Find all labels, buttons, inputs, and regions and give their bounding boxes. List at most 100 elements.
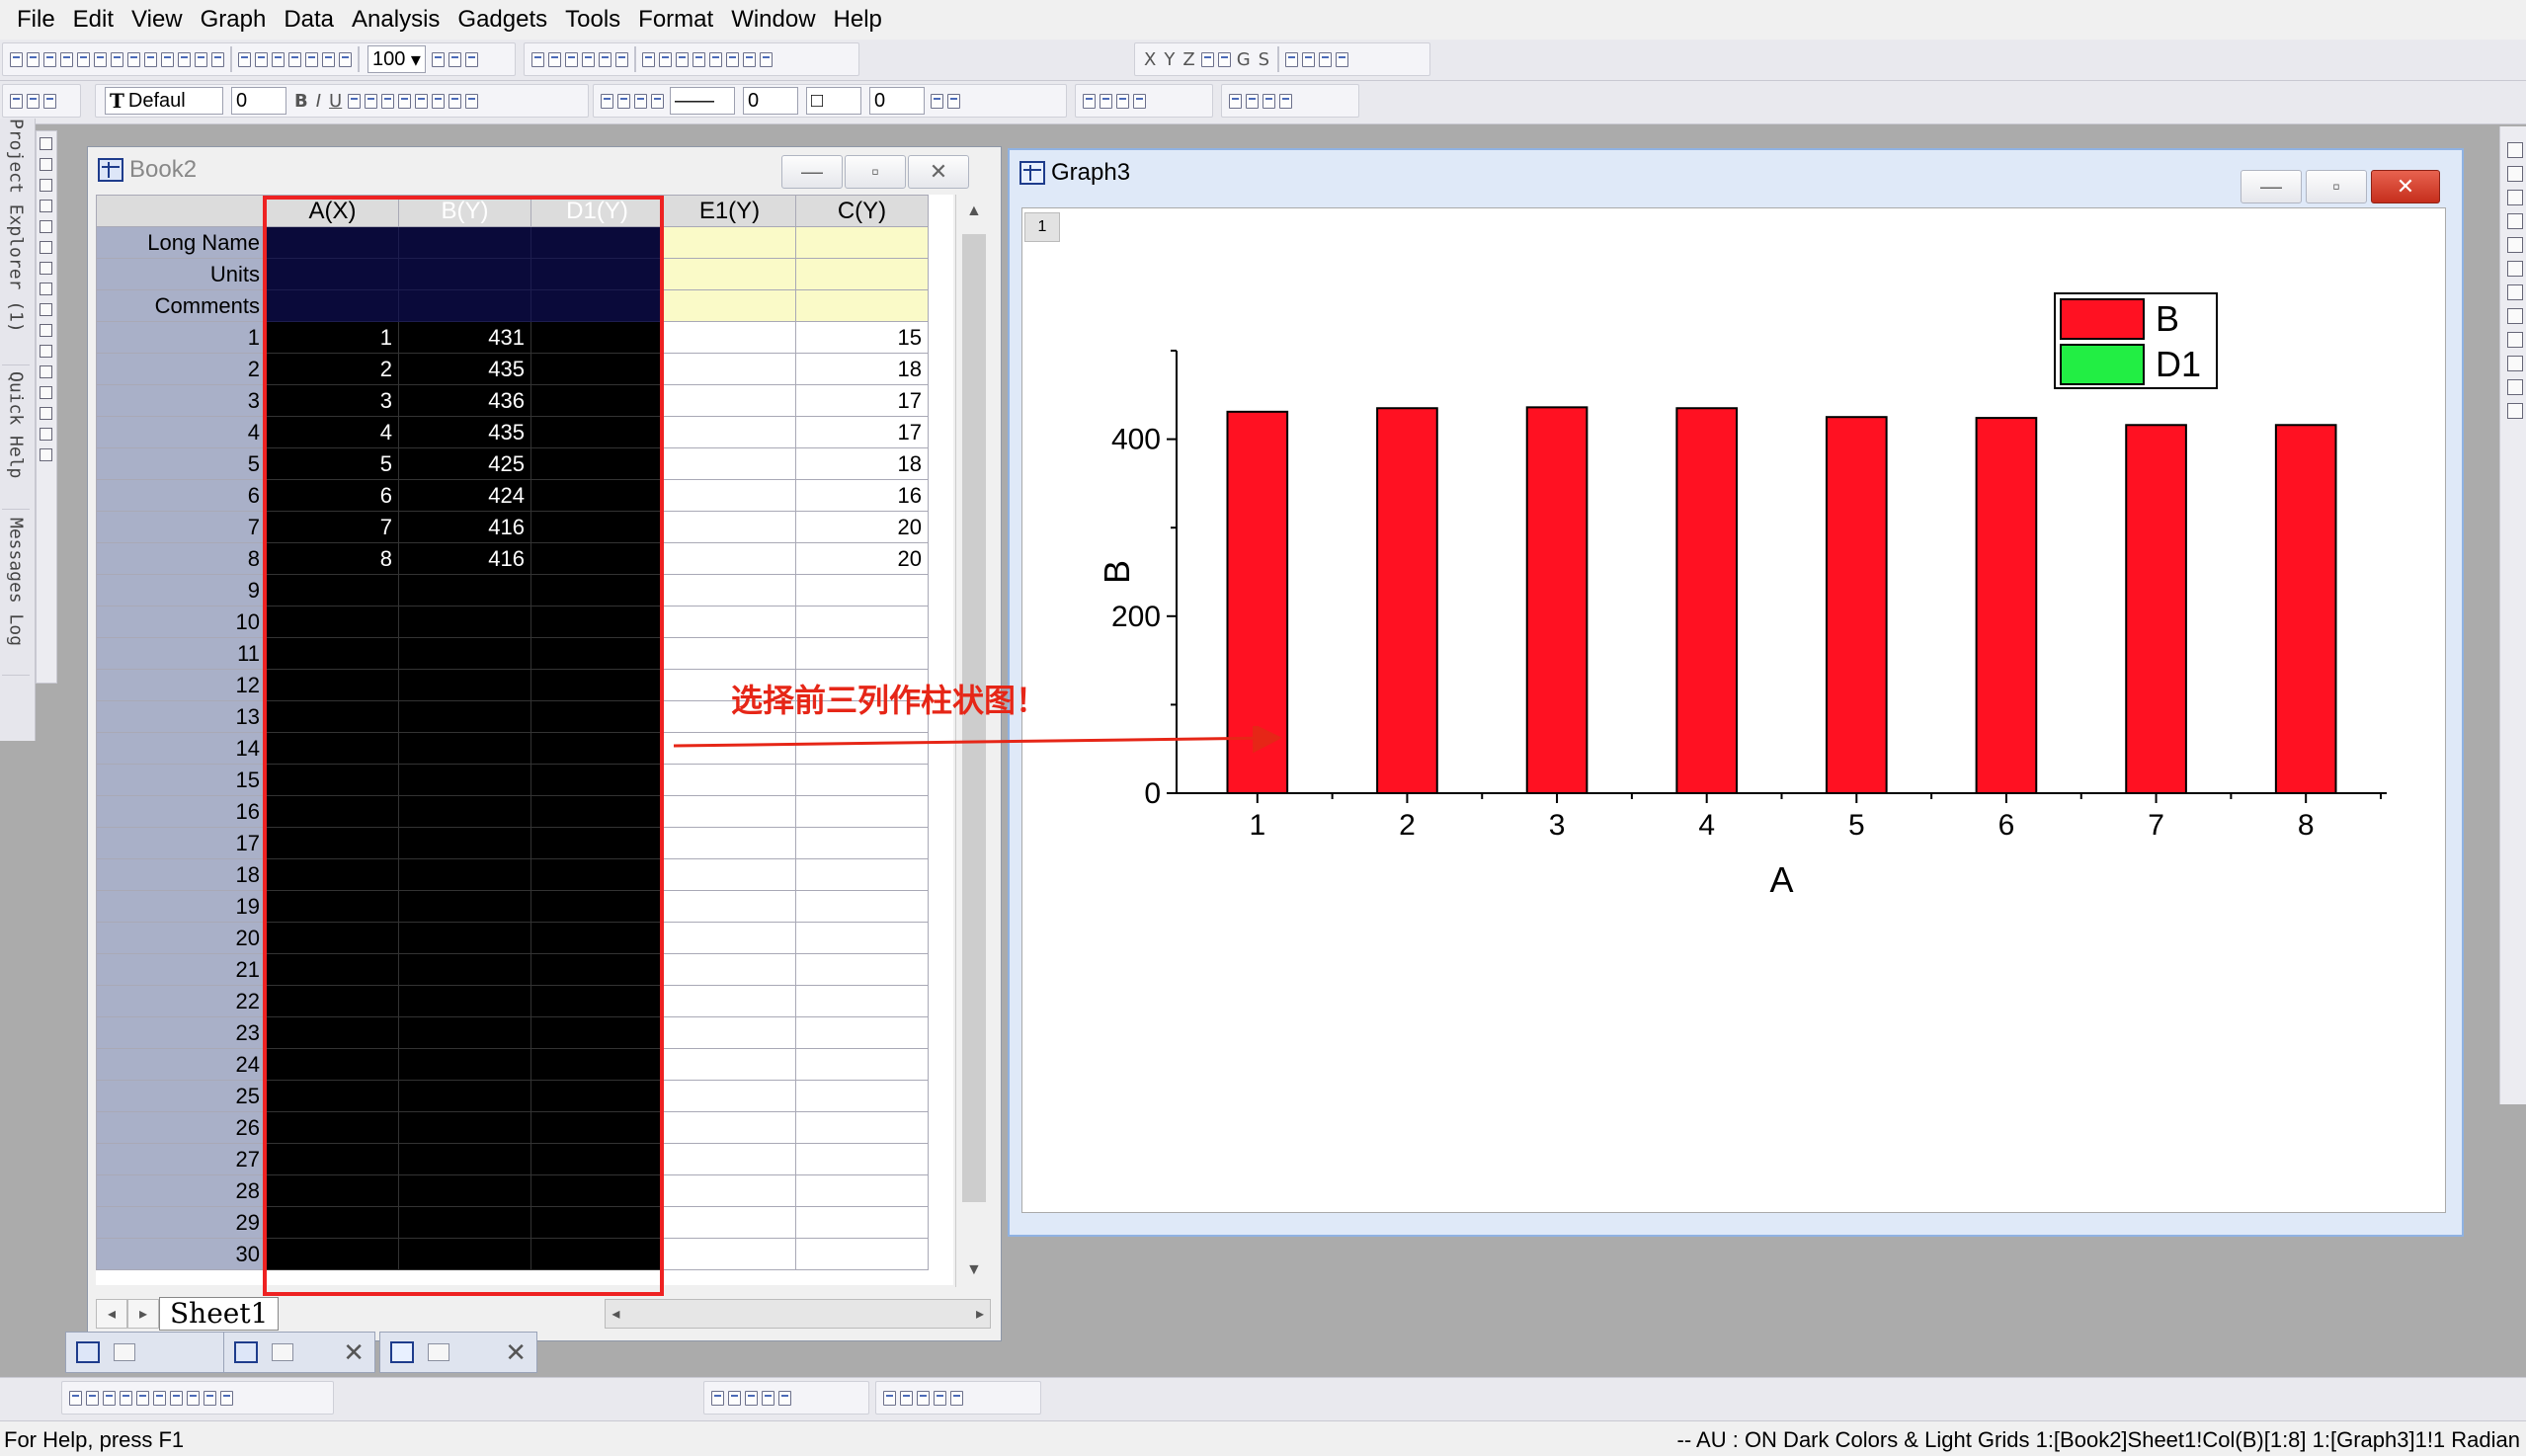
cell-a[interactable] bbox=[266, 732, 399, 765]
scroll-left-icon[interactable]: ◂ bbox=[611, 1304, 619, 1324]
cell-b[interactable]: 436 bbox=[398, 384, 531, 417]
cell-c[interactable]: 20 bbox=[795, 511, 929, 543]
cell-d1[interactable] bbox=[530, 321, 664, 354]
next-icon[interactable] bbox=[1319, 51, 1333, 67]
bars-3d-icon[interactable] bbox=[745, 1390, 758, 1406]
cell-b[interactable]: 416 bbox=[398, 511, 531, 543]
row-number[interactable]: 9 bbox=[96, 574, 267, 607]
cell-e1[interactable] bbox=[663, 447, 796, 480]
row-number[interactable]: 20 bbox=[96, 922, 267, 954]
minimized-restore-icon[interactable] bbox=[114, 1343, 135, 1361]
cell-b[interactable] bbox=[398, 890, 531, 923]
column-header-d1[interactable]: D1(Y) bbox=[530, 195, 664, 227]
cell-c[interactable]: 18 bbox=[795, 447, 929, 480]
prev-icon[interactable] bbox=[1302, 51, 1316, 67]
cell-d1[interactable] bbox=[530, 447, 664, 480]
cell-d1[interactable] bbox=[530, 1016, 664, 1049]
cell-e1[interactable] bbox=[663, 795, 796, 828]
cell-a[interactable] bbox=[266, 1016, 399, 1049]
import-ascii-icon[interactable] bbox=[255, 51, 268, 67]
grid-icon[interactable] bbox=[931, 93, 943, 109]
column-header-b[interactable]: B(Y) bbox=[398, 195, 531, 227]
font-color-icon[interactable] bbox=[465, 93, 479, 109]
set-error-icon[interactable] bbox=[1200, 51, 1214, 67]
font-select[interactable]: T Defaul bbox=[105, 87, 223, 115]
meta-cell[interactable] bbox=[795, 258, 929, 290]
cell-c[interactable] bbox=[795, 795, 929, 828]
row-number[interactable]: 21 bbox=[96, 953, 267, 986]
cell-e1[interactable] bbox=[663, 353, 796, 385]
meta-cell[interactable] bbox=[663, 226, 796, 259]
cell-a[interactable] bbox=[266, 795, 399, 828]
cell-e1[interactable] bbox=[663, 922, 796, 954]
cell-a[interactable] bbox=[266, 1143, 399, 1175]
cell-b[interactable] bbox=[398, 1111, 531, 1144]
cell-a[interactable]: 5 bbox=[266, 447, 399, 480]
group-icon[interactable] bbox=[1229, 93, 1242, 109]
annotation-tool-icon[interactable] bbox=[40, 407, 52, 420]
row-number[interactable]: 7 bbox=[96, 511, 267, 543]
cell-a[interactable] bbox=[266, 827, 399, 859]
cell-d1[interactable] bbox=[530, 700, 664, 733]
scatter-3d-icon[interactable] bbox=[762, 1390, 774, 1406]
cell-d1[interactable] bbox=[530, 858, 664, 891]
minimized-window-3[interactable]: ✕ bbox=[379, 1332, 537, 1373]
cell-d1[interactable] bbox=[530, 922, 664, 954]
screen-reader-icon[interactable] bbox=[40, 200, 52, 212]
align-right-icon[interactable] bbox=[2507, 332, 2523, 348]
clock-right-icon[interactable] bbox=[2507, 379, 2523, 395]
increase-font-icon[interactable] bbox=[398, 93, 412, 109]
pie-plot-icon[interactable] bbox=[187, 1390, 200, 1406]
meta-cell[interactable] bbox=[398, 289, 531, 322]
cell-c[interactable] bbox=[795, 1080, 929, 1112]
menu-window[interactable]: Window bbox=[722, 0, 824, 40]
cell-b[interactable] bbox=[398, 953, 531, 986]
row-number[interactable]: 24 bbox=[96, 1048, 267, 1081]
cell-e1[interactable] bbox=[663, 321, 796, 354]
cell-d1[interactable] bbox=[530, 985, 664, 1017]
new-layer-icon[interactable] bbox=[531, 51, 544, 67]
cell-d1[interactable] bbox=[530, 542, 664, 575]
cell-a[interactable] bbox=[266, 922, 399, 954]
cell-a[interactable] bbox=[266, 985, 399, 1017]
cell-e1[interactable] bbox=[663, 764, 796, 796]
cell-d1[interactable] bbox=[530, 732, 664, 765]
cell-a[interactable] bbox=[266, 1080, 399, 1112]
cell-e1[interactable] bbox=[663, 479, 796, 512]
cell-a[interactable]: 6 bbox=[266, 479, 399, 512]
cell-c[interactable] bbox=[795, 1143, 929, 1175]
cell-e1[interactable] bbox=[663, 542, 796, 575]
cell-e1[interactable] bbox=[663, 384, 796, 417]
surface-plot-icon[interactable] bbox=[711, 1390, 724, 1406]
draw-data-icon[interactable] bbox=[40, 262, 52, 275]
cell-b[interactable] bbox=[398, 858, 531, 891]
refresh-icon[interactable] bbox=[305, 51, 318, 67]
menu-file[interactable]: File bbox=[8, 0, 64, 40]
cell-a[interactable] bbox=[266, 574, 399, 607]
row-number[interactable]: 12 bbox=[96, 669, 267, 701]
underline-icon[interactable]: U bbox=[329, 91, 342, 112]
cell-d1[interactable] bbox=[530, 1206, 664, 1239]
cell-b[interactable]: 435 bbox=[398, 416, 531, 448]
template-plot-icon[interactable] bbox=[220, 1390, 233, 1406]
line-plot-icon[interactable] bbox=[69, 1390, 82, 1406]
cell-b[interactable] bbox=[398, 1048, 531, 1081]
pointer-icon[interactable] bbox=[40, 137, 52, 150]
cell-c[interactable] bbox=[795, 606, 929, 638]
align-center-icon[interactable] bbox=[448, 93, 462, 109]
cell-e1[interactable] bbox=[663, 416, 796, 448]
cell-a[interactable] bbox=[266, 1174, 399, 1207]
meta-row-label[interactable]: Units bbox=[96, 258, 267, 290]
scatter-plot-icon[interactable] bbox=[86, 1390, 99, 1406]
column-x-icon[interactable] bbox=[642, 51, 655, 67]
cell-d1[interactable] bbox=[530, 1111, 664, 1144]
minimized-window-2[interactable]: ✕ bbox=[223, 1332, 375, 1373]
cell-d1[interactable] bbox=[530, 479, 664, 512]
cell-c[interactable] bbox=[795, 764, 929, 796]
meta-cell[interactable] bbox=[266, 258, 399, 290]
swap-mask-icon[interactable] bbox=[1116, 93, 1129, 109]
results-log-icon[interactable] bbox=[448, 51, 461, 67]
cell-b[interactable] bbox=[398, 1080, 531, 1112]
stack-plot-icon[interactable] bbox=[153, 1390, 166, 1406]
cell-e1[interactable] bbox=[663, 1016, 796, 1049]
